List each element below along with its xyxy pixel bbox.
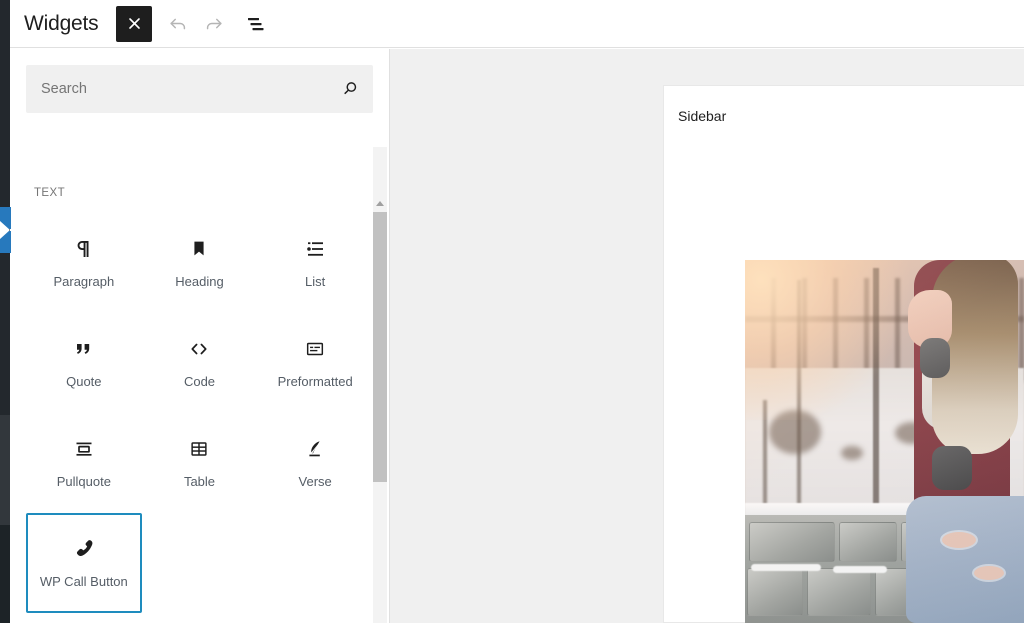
list-view-icon — [246, 14, 266, 34]
admin-rail-segment-mid — [0, 415, 10, 525]
block-item-code[interactable]: Code — [142, 313, 258, 413]
photo-stone — [839, 522, 897, 562]
search-input[interactable] — [27, 66, 372, 112]
photo-woman-jeans — [906, 496, 1024, 623]
block-type-grid: Paragraph Heading List Quote Code Prefor… — [10, 199, 389, 613]
quote-icon — [67, 332, 101, 366]
image-block[interactable] — [745, 260, 1024, 623]
photo-woman-glove — [932, 446, 972, 490]
paragraph-icon — [67, 232, 101, 266]
winter-photo — [745, 260, 1024, 623]
widgets-editor-screen: Widgets Search TEXT Paragraph Heading Li… — [0, 0, 1024, 623]
photo-woman-glove — [920, 338, 950, 378]
editor-canvas: Sidebar — [390, 49, 1024, 623]
block-item-heading[interactable]: Heading — [142, 213, 258, 313]
inserter-scrollbar-thumb[interactable] — [373, 212, 387, 482]
admin-rail-segment-bottom — [0, 525, 10, 623]
block-inserter-panel: TEXT Paragraph — [10, 49, 390, 623]
photo-tree-trunk — [763, 400, 767, 518]
heading-icon — [182, 232, 216, 266]
undo-button[interactable] — [160, 6, 196, 42]
block-item-table[interactable]: Table — [142, 413, 258, 513]
search-container — [10, 49, 389, 113]
photo-snow-cap — [833, 566, 887, 573]
block-item-wp-call-button[interactable]: WP Call Button — [26, 513, 142, 613]
block-label: Quote — [66, 374, 102, 389]
block-item-pullquote[interactable]: Pullquote — [26, 413, 142, 513]
block-label: Heading — [175, 274, 224, 289]
block-category-label: TEXT — [34, 187, 65, 199]
block-item-quote[interactable]: Quote — [26, 313, 142, 413]
photo-jeans-rip — [942, 532, 976, 548]
block-label: Verse — [298, 474, 332, 489]
redo-button[interactable] — [196, 6, 232, 42]
phone-icon — [67, 532, 101, 566]
search-box[interactable] — [26, 65, 373, 113]
list-view-button[interactable] — [238, 6, 274, 42]
photo-jeans-rip — [974, 566, 1004, 580]
preformatted-icon — [298, 332, 332, 366]
block-label: Table — [183, 474, 216, 489]
block-label: Pullquote — [56, 474, 111, 489]
photo-snow-cap — [751, 564, 821, 571]
block-label: Paragraph — [53, 274, 115, 289]
close-inserter-button[interactable] — [116, 5, 153, 42]
photo-stone — [747, 568, 803, 616]
block-label: Code — [183, 374, 216, 389]
search-icon[interactable] — [336, 75, 364, 103]
wp-admin-menu-rail[interactable] — [0, 0, 10, 623]
collapse-arrow-notch — [0, 221, 10, 239]
table-icon — [182, 432, 216, 466]
pullquote-icon — [67, 432, 101, 466]
photo-tree-trunk — [873, 268, 879, 518]
block-item-paragraph[interactable]: Paragraph — [26, 213, 142, 313]
block-item-verse[interactable]: Verse — [257, 413, 373, 513]
scrollbar-up-arrow-icon[interactable] — [373, 195, 387, 212]
collapse-menu-arrow-icon[interactable] — [0, 207, 14, 253]
photo-shrub — [841, 446, 863, 460]
photo-tree-trunk — [797, 280, 801, 520]
close-icon — [127, 16, 142, 31]
list-icon — [298, 232, 332, 266]
page-title: Widgets — [24, 11, 99, 35]
redo-arrow-icon — [203, 13, 225, 35]
widget-area-title: Sidebar — [678, 108, 727, 124]
photo-shrub — [769, 410, 821, 454]
verse-icon — [298, 432, 332, 466]
undo-arrow-icon — [167, 13, 189, 35]
admin-rail-segment-top — [0, 0, 10, 390]
block-item-list[interactable]: List — [257, 213, 373, 313]
block-label: Preformatted — [277, 374, 353, 389]
block-item-preformatted[interactable]: Preformatted — [257, 313, 373, 413]
code-icon — [182, 332, 216, 366]
editor-header: Widgets — [10, 0, 1024, 48]
block-label: List — [305, 274, 326, 289]
blocks-scroll-region: TEXT Paragraph Heading List Quote Code P… — [10, 129, 389, 623]
photo-stone — [749, 522, 835, 562]
photo-stone — [807, 568, 871, 616]
block-label: WP Call Button — [39, 574, 128, 589]
